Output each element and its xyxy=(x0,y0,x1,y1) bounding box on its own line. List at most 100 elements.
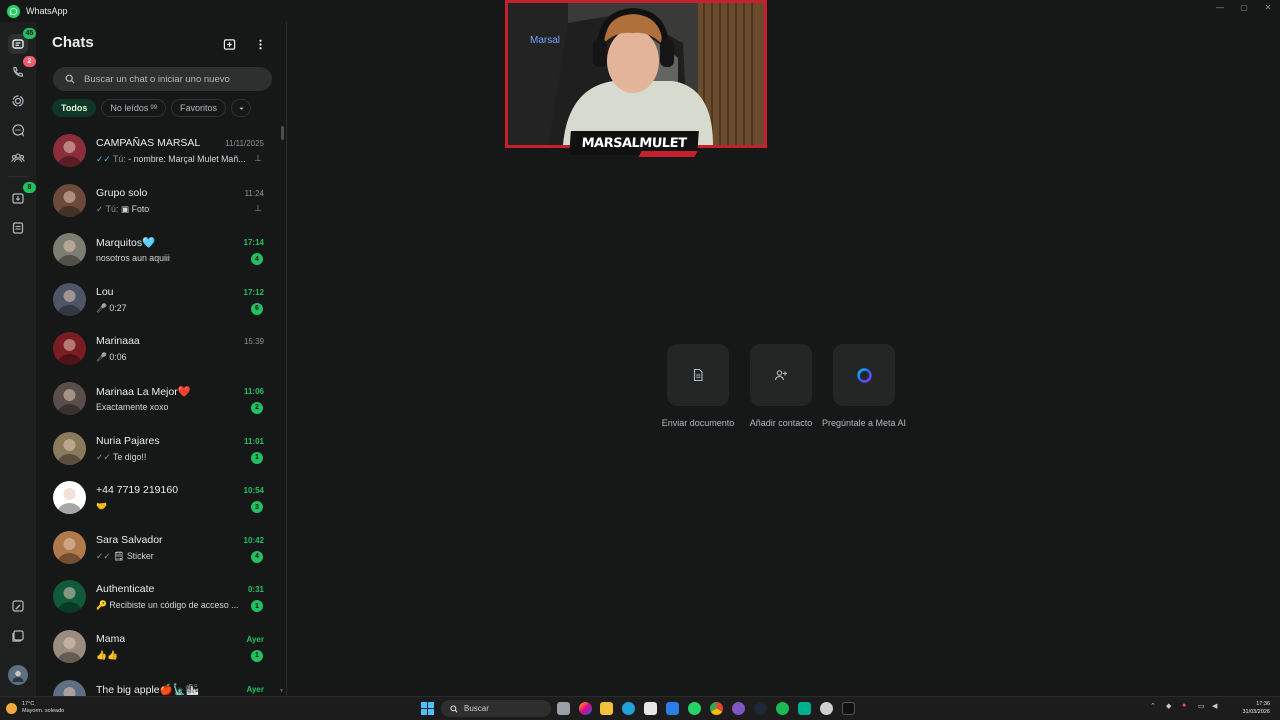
obs-icon[interactable] xyxy=(820,702,833,715)
chat-list-item[interactable]: Lou 17:12 🎤 0:27 6 xyxy=(36,275,286,325)
tray-chevron-icon[interactable]: ⌃ xyxy=(1150,702,1156,710)
chat-time: 11:24 xyxy=(244,188,264,198)
profile-avatar[interactable] xyxy=(8,665,28,685)
file-explorer-icon[interactable] xyxy=(600,702,613,715)
avatar[interactable] xyxy=(53,183,86,217)
rail-divider xyxy=(8,176,28,177)
chat-list-item[interactable]: Marinaa La Mejor❤️ 11:06 Exactamente xox… xyxy=(36,374,286,424)
chat-list-item[interactable]: CAMPAÑAS MARSAL 11/11/2025 ✓✓ Tú: - nomb… xyxy=(36,126,286,176)
tray-volume-icon[interactable]: ◀ xyxy=(1212,702,1217,710)
avatar[interactable] xyxy=(53,233,86,267)
tray-network-icon[interactable]: ◆ xyxy=(1166,702,1171,710)
rail-channels-button[interactable] xyxy=(8,120,28,140)
avatar[interactable] xyxy=(53,134,86,167)
whatsapp-taskbar-icon[interactable] xyxy=(688,702,701,715)
chat-list-item[interactable]: Sara Salvador 10:42 ✓✓ 🗒 Sticker 4 xyxy=(36,523,286,573)
filter-all[interactable]: Todos xyxy=(52,99,97,117)
webcam-overlay: Marsal xyxy=(505,0,767,148)
chat-preview: ✓✓ 🗒 Sticker xyxy=(96,551,154,562)
chat-list-item[interactable]: Grupo solo 11:24 ✓ Tú: ▣ Foto ⊥ xyxy=(36,176,286,226)
copilot-icon[interactable] xyxy=(579,702,592,715)
taskbar-clock[interactable]: 17:36 31/03/2026 xyxy=(1242,700,1270,716)
chat-list-scrollbar[interactable] xyxy=(281,126,284,140)
rail-calls-button[interactable]: 2 xyxy=(8,56,36,82)
phone-icon xyxy=(13,66,24,77)
filter-more-dropdown[interactable] xyxy=(231,99,252,117)
chat-list-item[interactable]: +44 7719 219160 10:54 🤝 3 xyxy=(36,473,286,523)
terminal-icon[interactable] xyxy=(842,702,855,715)
chat-time: 17:12 xyxy=(243,287,264,297)
send-document-button[interactable] xyxy=(667,344,729,406)
tray-mic-icon[interactable]: ● xyxy=(1182,702,1186,709)
chat-time: 11:01 xyxy=(243,436,264,446)
avatar[interactable] xyxy=(53,679,86,696)
steam-icon[interactable] xyxy=(754,702,767,715)
chat-list-item[interactable]: Marquitos🩵 17:14 nosotros aun aquiii 4 xyxy=(36,225,286,275)
avatar[interactable] xyxy=(53,481,86,515)
chat-list-item[interactable]: Nuria Pajares 11:01 ✓✓ Te digo!! 1 xyxy=(36,424,286,474)
chat-list-item[interactable]: Marinaaa 15:39 🎤 0:06 xyxy=(36,324,286,374)
spotify-icon[interactable] xyxy=(776,702,789,715)
chat-list-item[interactable]: Mama Ayer 👍👍 1 xyxy=(36,622,286,672)
rail-chats-button[interactable]: 45 xyxy=(8,28,36,54)
rail-archived-button[interactable]: 8 xyxy=(8,182,36,208)
tray-wifi-icon[interactable]: ▭ xyxy=(1198,702,1205,710)
rail-gallery-button[interactable] xyxy=(8,626,28,646)
filter-unread[interactable]: No leídos 99 xyxy=(101,99,167,117)
add-contact-button[interactable] xyxy=(750,344,812,406)
chat-preview-text: 🔑 Recibiste un código de acceso ... xyxy=(96,600,239,611)
chat-time: 0:31 xyxy=(247,585,264,595)
avatar[interactable] xyxy=(53,431,86,465)
avatar[interactable] xyxy=(53,580,86,614)
chat-time: 10:54 xyxy=(243,486,264,496)
avatar-photo-icon xyxy=(57,587,82,614)
chat-time: 11/11/2025 xyxy=(225,139,264,148)
chats-icon xyxy=(12,39,24,49)
weather-temp: 17°C xyxy=(22,701,35,707)
unread-badge: 3 xyxy=(251,501,263,514)
filter-chips: Todos No leídos 99 Favoritos xyxy=(52,99,252,117)
weather-widget[interactable]: 17°C Mayorm. soleado xyxy=(6,701,64,715)
edge-icon[interactable] xyxy=(622,702,635,715)
task-view-icon[interactable] xyxy=(557,702,570,715)
avatar[interactable] xyxy=(53,629,86,663)
chat-preview: 👍👍 xyxy=(96,650,118,661)
search-input[interactable]: Buscar un chat o iniciar uno nuevo xyxy=(53,67,272,91)
chat-name: +44 7719 219160 xyxy=(96,484,179,497)
avatar[interactable] xyxy=(53,332,86,366)
store-icon[interactable] xyxy=(644,702,657,715)
new-chat-button[interactable] xyxy=(221,36,237,52)
start-button[interactable] xyxy=(421,702,434,715)
chat-preview: nosotros aun aquiii xyxy=(96,253,170,263)
chat-preview: 🎤 0:27 xyxy=(96,303,127,314)
chat-list-item[interactable]: Authenticate 0:31 🔑 Recibiste un código … xyxy=(36,572,286,622)
avatar-photo-icon xyxy=(57,636,82,663)
mail-icon[interactable] xyxy=(666,702,679,715)
avatar[interactable] xyxy=(53,282,86,316)
scroll-down-arrow-icon[interactable]: ▼ xyxy=(279,688,284,694)
rail-media-button[interactable] xyxy=(8,596,28,616)
unread-badge: 6 xyxy=(251,302,263,315)
read-receipt-icon: ✓✓ xyxy=(96,451,111,462)
panel-title: Chats xyxy=(52,34,94,51)
filter-favorites-label: Favoritos xyxy=(180,103,218,113)
discord-icon[interactable] xyxy=(732,702,745,715)
avatar-photo-icon xyxy=(57,190,82,217)
close-button[interactable]: ✕ xyxy=(1256,0,1280,14)
rail-communities-button[interactable] xyxy=(8,148,28,168)
maximize-button[interactable]: ▢ xyxy=(1232,0,1256,14)
rail-status-button[interactable] xyxy=(8,91,28,111)
menu-button[interactable] xyxy=(252,36,268,52)
filter-favorites[interactable]: Favoritos xyxy=(171,99,227,117)
app-green-icon[interactable] xyxy=(798,702,811,715)
chat-list-item[interactable]: The big apple🍎🗽🏙 Ayer xyxy=(36,672,286,696)
avatar[interactable] xyxy=(53,381,86,415)
ask-meta-ai-button[interactable] xyxy=(833,344,895,406)
taskbar-search[interactable]: Buscar xyxy=(441,700,551,717)
meta-ai-icon xyxy=(856,367,872,383)
chrome-icon[interactable] xyxy=(710,702,723,715)
chat-time: 15:39 xyxy=(243,337,264,347)
minimize-button[interactable]: — xyxy=(1208,0,1232,14)
rail-lists-button[interactable] xyxy=(8,218,28,238)
avatar[interactable] xyxy=(53,530,86,564)
